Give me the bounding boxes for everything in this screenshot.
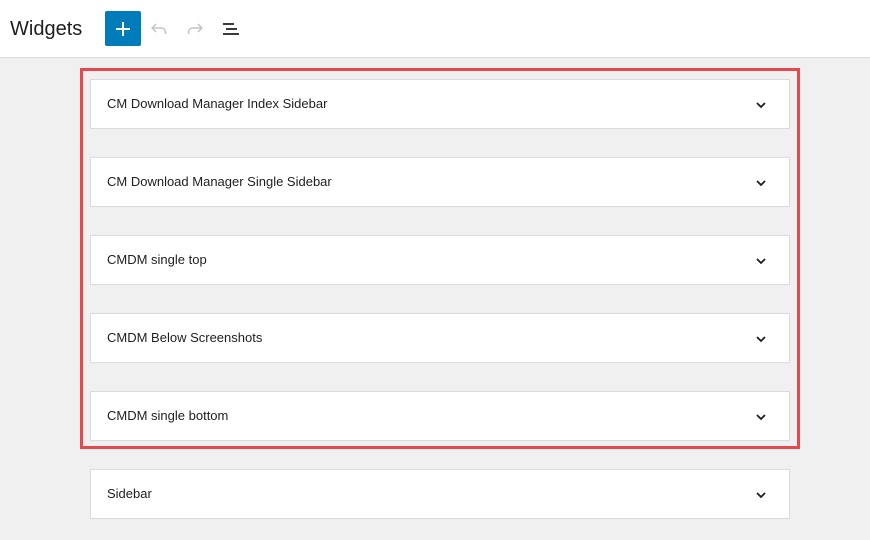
widget-area-sidebar[interactable]: Sidebar (90, 469, 790, 519)
widget-area-title: CM Download Manager Index Sidebar (107, 96, 328, 111)
widget-area-title: Sidebar (107, 486, 152, 501)
plus-icon (116, 21, 130, 36)
widget-area-cm-download-manager-single-sidebar[interactable]: CM Download Manager Single Sidebar (90, 157, 790, 207)
list-view-icon (223, 23, 239, 35)
redo-icon (187, 23, 203, 34)
widget-area-cmdm-below-screenshots[interactable]: CMDM Below Screenshots (90, 313, 790, 363)
undo-icon (151, 23, 167, 34)
editor-header: Widgets (0, 0, 870, 58)
widget-area-cm-download-manager-index-sidebar[interactable]: CM Download Manager Index Sidebar (90, 79, 790, 129)
chevron-down-icon (753, 97, 769, 113)
chevron-down-icon (753, 409, 769, 425)
widget-area-title: CMDM single top (107, 252, 207, 267)
widget-area-cmdm-single-top[interactable]: CMDM single top (90, 235, 790, 285)
widget-area-title: CMDM Below Screenshots (107, 330, 263, 345)
chevron-down-icon (753, 175, 769, 191)
page-title: Widgets (10, 18, 83, 40)
add-block-button[interactable] (105, 11, 141, 46)
redo-button[interactable] (182, 16, 208, 42)
chevron-down-icon (753, 253, 769, 269)
widget-area-title: CM Download Manager Single Sidebar (107, 174, 332, 189)
widget-area-cmdm-single-bottom[interactable]: CMDM single bottom (90, 391, 790, 441)
chevron-down-icon (753, 487, 769, 503)
chevron-down-icon (753, 331, 769, 347)
list-view-button[interactable] (218, 16, 244, 42)
undo-button[interactable] (146, 16, 172, 42)
widget-area-title: CMDM single bottom (107, 408, 229, 423)
